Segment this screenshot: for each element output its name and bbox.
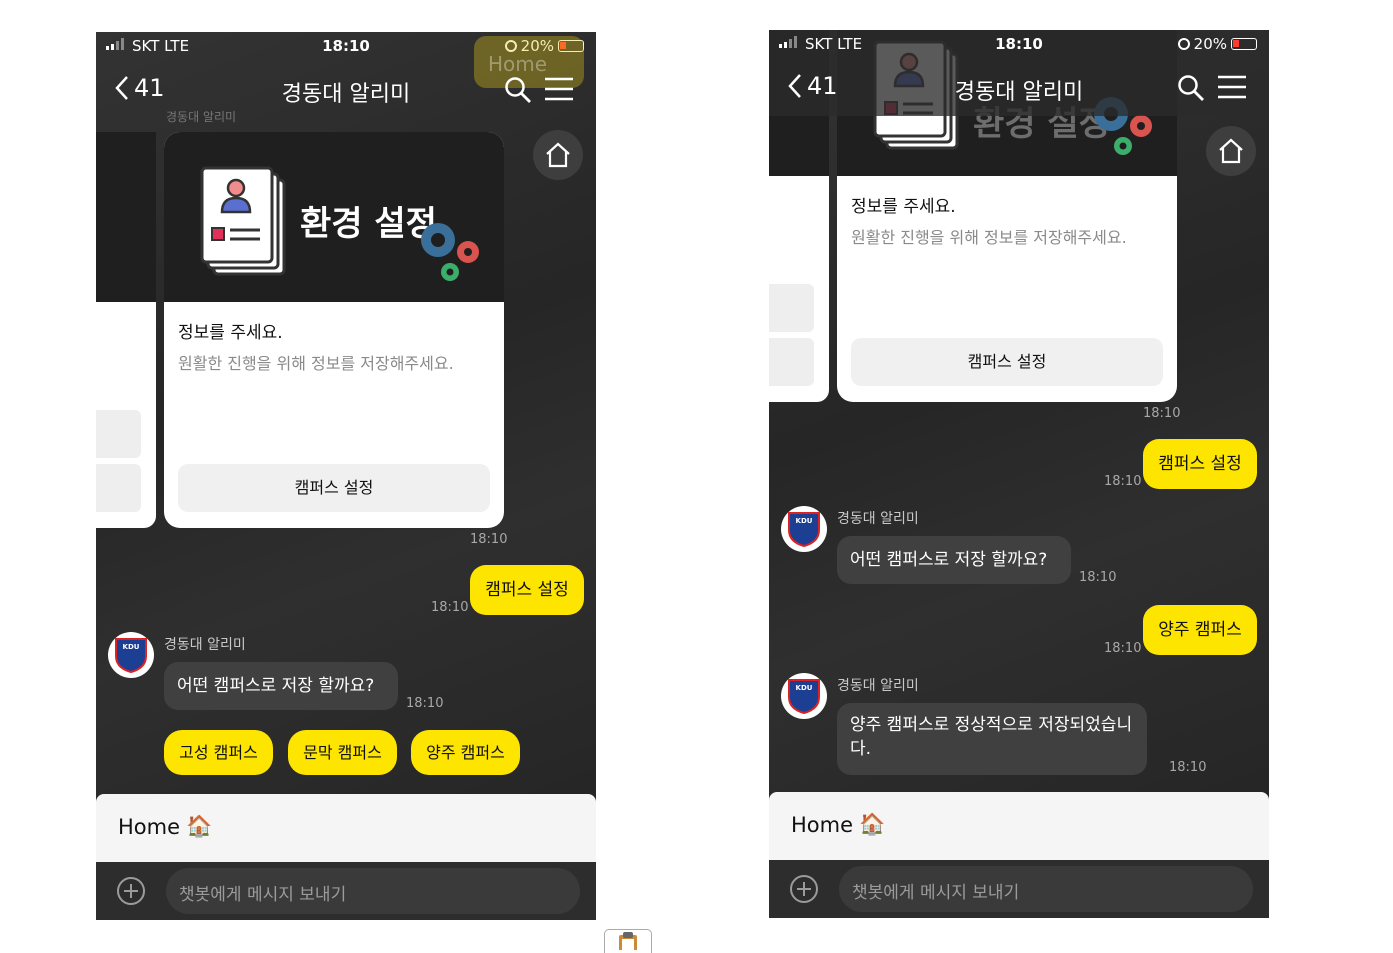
clipboard-icon[interactable] <box>604 929 652 953</box>
kdu-shield-logo-icon: KDU <box>788 512 820 548</box>
menu-icon[interactable] <box>1217 74 1247 100</box>
message-input[interactable]: 챗봇에게 메시지 보내기 <box>839 866 1253 912</box>
svg-text:KDU: KDU <box>123 643 140 651</box>
bot-name: 경동대 알리미 <box>837 678 919 694</box>
settings-card: 환경 설정 정보를 주세요. 원활한 진행을 위해 정보를 저장해주세요. 캠퍼… <box>164 132 504 528</box>
svg-text:KDU: KDU <box>796 684 813 692</box>
home-button[interactable] <box>533 130 583 180</box>
carousel-card-previous[interactable] <box>96 132 156 528</box>
plus-icon[interactable] <box>116 876 146 906</box>
bot-message-bubble: 양주 캠퍼스로 정상적으로 저장되었습니 다. <box>837 703 1147 775</box>
bot-message-line: 다. <box>850 739 872 759</box>
search-icon[interactable] <box>1177 74 1205 102</box>
home-button[interactable] <box>1206 126 1256 176</box>
rotation-lock-icon <box>1177 38 1190 50</box>
bot-message-time: 18:10 <box>1079 570 1117 585</box>
user-message-time: 18:10 <box>431 600 469 615</box>
card-heading: 정보를 주세요. <box>178 323 283 343</box>
nav-bar: 41 경동대 알리미 <box>769 60 1269 114</box>
home-icon <box>546 142 570 168</box>
user-message-time: 18:10 <box>1104 641 1142 656</box>
message-input-bar: 챗봇에게 메시지 보내기 <box>769 860 1269 918</box>
menu-icon[interactable] <box>544 76 574 102</box>
user-message-time: 18:10 <box>1104 474 1142 489</box>
clipboard-glyph <box>619 932 637 950</box>
campus-settings-button[interactable]: 캠퍼스 설정 <box>178 464 490 512</box>
house-emoji-icon: 🏠 <box>859 812 886 836</box>
bot-message-bubble: 어떤 캠퍼스로 저장 할까요? <box>164 662 398 710</box>
bot-avatar: KDU <box>781 673 827 719</box>
chat-screen-right: 환경 설정 정보를 주세요. 원활한 진행을 위해 정보를 저장해주세요. 캠퍼… <box>769 30 1269 918</box>
card-banner <box>96 132 156 302</box>
bot-name: 경동대 알리미 <box>837 511 919 527</box>
home-quick-bar[interactable]: Home 🏠 <box>769 792 1269 860</box>
bot-message-line: 양주 캠퍼스로 정상적으로 저장되었습니 <box>850 715 1133 735</box>
profile-document-icon <box>200 166 286 276</box>
user-message-bubble: 캠퍼스 설정 <box>470 565 584 615</box>
bot-message-time: 18:10 <box>406 696 444 711</box>
kdu-shield-logo-icon: KDU <box>115 638 147 674</box>
quick-reply-goseong[interactable]: 고성 캠퍼스 <box>164 730 273 775</box>
user-message-bubble: 캠퍼스 설정 <box>1143 439 1257 489</box>
settings-card-banner: 환경 설정 <box>164 132 504 302</box>
home-label: Home <box>791 812 854 837</box>
home-quick-bar[interactable]: Home 🏠 <box>96 794 596 862</box>
card-button-stub[interactable] <box>96 464 141 512</box>
message-input[interactable]: 챗봇에게 메시지 보내기 <box>166 868 580 914</box>
card-button-stub[interactable] <box>769 284 814 332</box>
bot-message-time: 18:10 <box>1169 760 1207 775</box>
kdu-shield-logo-icon: KDU <box>788 679 820 715</box>
chat-screen-left: SKT LTE 18:10 20% Home 41 경동대 알리미 경동대 알리… <box>96 32 596 920</box>
card-button-stub[interactable] <box>96 410 141 458</box>
gears-icon <box>421 223 479 281</box>
battery-indicator: 20% <box>1177 35 1257 53</box>
status-bar: SKT LTE 18:10 20% <box>769 30 1269 58</box>
campus-settings-button[interactable]: 캠퍼스 설정 <box>851 338 1163 386</box>
user-message-bubble: 양주 캠퍼스 <box>1143 605 1257 655</box>
battery-icon <box>1231 38 1257 50</box>
card-description: 원활한 진행을 위해 정보를 저장해주세요. <box>178 354 454 373</box>
battery-percent: 20% <box>1193 35 1227 53</box>
bot-avatar: KDU <box>781 506 827 552</box>
quick-reply-munmak[interactable]: 문막 캠퍼스 <box>288 730 397 775</box>
bot-message-bubble: 어떤 캠퍼스로 저장 할까요? <box>837 536 1071 584</box>
quick-reply-yangju[interactable]: 양주 캠퍼스 <box>411 730 520 775</box>
svg-text:KDU: KDU <box>796 517 813 525</box>
bot-avatar: KDU <box>108 632 154 678</box>
bot-name: 경동대 알리미 <box>164 637 246 653</box>
card-button-stub[interactable] <box>769 338 814 386</box>
card-timestamp: 18:10 <box>1143 406 1181 421</box>
home-label: Home <box>118 814 181 839</box>
card-heading: 정보를 주세요. <box>851 197 956 217</box>
message-input-bar: 챗봇에게 메시지 보내기 <box>96 862 596 920</box>
card-description: 원활한 진행을 위해 정보를 저장해주세요. <box>851 228 1127 247</box>
search-icon[interactable] <box>504 76 532 104</box>
house-emoji-icon: 🏠 <box>186 814 213 838</box>
plus-icon[interactable] <box>789 874 819 904</box>
card-timestamp: 18:10 <box>470 532 508 547</box>
ghost-bot-name: 경동대 알리미 <box>166 110 237 124</box>
home-icon <box>1219 138 1243 164</box>
